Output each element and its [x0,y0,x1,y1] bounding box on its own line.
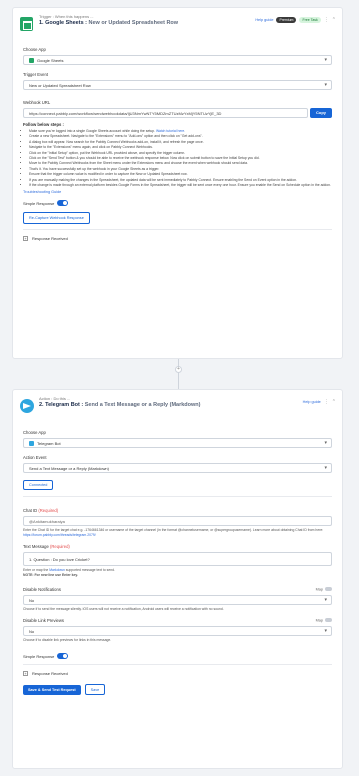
action-event-value: Send a Text Message or a Reply (Markdown… [29,466,109,471]
webhook-url-field[interactable]: https://connect.pabbly.com/workflow/send… [23,108,308,118]
telegram-icon [29,441,34,446]
google-sheets-icon [20,17,33,31]
setup-steps-list: Make sure you're logged into a single Go… [29,129,332,188]
step1-body: Choose App Google Sheets Trigger Event N… [13,47,342,242]
step1-title-number: 1. Google Sheets : [39,20,89,26]
troubleshooting-link[interactable]: Troubleshooting Guide [23,190,332,194]
help-guide-link[interactable]: Help guide [303,400,321,404]
chat-id-hint: Enter the Chat ID for the target chat e.… [23,528,324,537]
collapse-icon[interactable]: ⌃ [332,399,336,405]
free-task-badge: Free Task [299,17,321,23]
list-item: If the change is made through an externa… [29,183,332,188]
chat-id-help-link[interactable]: https://forum.pabbly.com/threads/telegra… [23,533,96,537]
step2-title-number: 2. Telegram Bot : [39,402,85,408]
step2-actions: Save & Send Test Request Save [23,684,332,695]
choose-app-label: Choose App [23,47,46,52]
disable-notifications-select[interactable]: No [23,595,332,605]
divider [23,229,332,231]
trigger-event-label: Trigger Event [23,72,48,77]
divider [23,496,332,497]
step1-card: Trigger : When this happens ... 1. Googl… [12,7,343,359]
more-options-icon[interactable]: ⋮ [324,399,329,405]
step1-header-actions: Help guide Premium Free Task ⋮ ⌃ [255,17,336,23]
map-toggle[interactable]: Map [316,587,332,592]
disable-link-previews-value: No [29,629,35,634]
step1-title: 1. Google Sheets : New or Updated Spread… [39,20,229,27]
choose-app-select[interactable]: Telegram Bot [23,438,332,448]
help-guide-link[interactable]: Help guide [255,18,273,22]
action-event-label: Action Event [23,455,47,460]
step2-header-actions: Help guide ⋮ ⌃ [303,399,336,405]
expand-icon[interactable]: + [23,671,28,676]
webhook-url-label: Webhook URL [23,100,51,105]
premium-badge: Premium [276,17,297,23]
step2-title: 2. Telegram Bot : Send a Text Message or… [39,402,239,409]
choose-app-label: Choose App [23,430,46,435]
google-sheets-icon [29,58,34,63]
choose-app-select[interactable]: Google Sheets [23,55,332,65]
telegram-icon [20,399,34,413]
copy-button[interactable]: Copy [310,108,332,118]
watch-tutorial-link[interactable]: Watch tutorial here. [156,129,185,133]
response-received-label: Response Received [32,671,68,676]
collapse-icon[interactable]: ⌃ [332,17,336,23]
disable-link-previews-select[interactable]: No [23,626,332,636]
chat-id-field[interactable]: @Ankitamukharaiya [23,516,332,526]
expand-icon[interactable]: + [23,236,28,242]
response-received-row[interactable]: + Response Received [23,671,332,676]
disable-link-previews-hint: Choose if to disable link previews for l… [23,638,112,642]
step2-header[interactable]: Action : Do this ... 2. Telegram Bot : S… [13,390,342,426]
trigger-event-value: New or Updated Spreadsheet Row [29,83,91,88]
trigger-caption: Trigger : When this happens ... [39,14,94,19]
disable-link-previews-label: Disable Link Previews Map [23,618,332,623]
more-options-icon[interactable]: ⋮ [324,17,329,23]
save-send-test-button[interactable]: Save & Send Test Request [23,684,81,695]
text-message-label: Text Message (Required) [23,544,70,549]
divider [23,664,332,665]
save-button[interactable]: Save [84,684,106,695]
simple-response-toggle[interactable] [57,200,69,207]
text-message-note: NOTE: For new line use Enter key. [23,573,78,577]
simple-response-toggle[interactable] [57,653,69,659]
text-message-field[interactable]: 1. Question : Do you love Cricket? [23,552,332,566]
connected-button[interactable]: Connected [23,480,54,490]
trigger-event-select[interactable]: New or Updated Spreadsheet Row [23,80,332,90]
step2-card: Action : Do this ... 2. Telegram Bot : S… [12,389,343,769]
markdown-link[interactable]: Markdown [49,568,65,572]
map-toggle[interactable]: Map [316,618,332,623]
simple-response-label: Simple Response [23,200,55,206]
recapture-webhook-button[interactable]: Re-Capture Webhook Response [23,212,90,225]
step2-body: Choose App Telegram Bot Action Event Sen… [13,430,342,695]
step1-title-event: New or Updated Spreadsheet Row [88,20,179,26]
step1-header[interactable]: Trigger : When this happens ... 1. Googl… [13,8,342,40]
follow-steps-title: Follow below steps : [23,122,64,127]
webhook-url-row: https://connect.pabbly.com/workflow/send… [23,108,332,118]
chat-id-label: Chat ID (Required) [23,508,59,513]
required-marker: (Required) [38,508,59,513]
response-received-label: Response Received [32,236,68,242]
choose-app-value: Telegram Bot [37,441,61,446]
step2-title-event: Send a Text Message or a Reply (Markdown… [84,402,201,408]
choose-app-value: Google Sheets [37,58,64,63]
required-marker: (Required) [50,544,70,549]
disable-notifications-value: No [29,598,35,603]
disable-notifications-label: Disable Notifications Map [23,587,332,592]
simple-response-label: Simple Response [23,653,55,659]
simple-response-row: Simple Response [23,653,332,659]
disable-notifications-hint: Choose if to send the message silently. … [23,607,224,611]
response-received-row[interactable]: + Response Received [23,236,332,242]
add-step-icon[interactable]: + [175,366,182,373]
action-event-select[interactable]: Send a Text Message or a Reply (Markdown… [23,463,332,473]
simple-response-row: Simple Response [23,200,332,207]
action-caption: Action : Do this ... [39,396,71,401]
connector-line [178,359,179,389]
